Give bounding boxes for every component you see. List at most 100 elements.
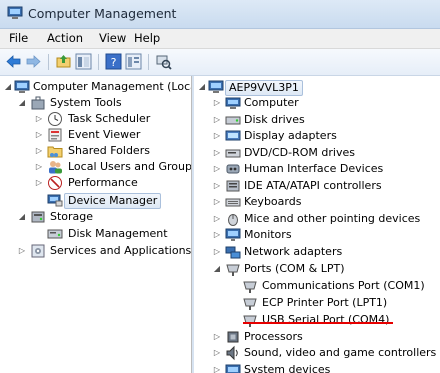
mouse-icon <box>228 214 238 226</box>
expand-arrow-icon[interactable]: ▷ <box>212 129 222 143</box>
tree-item-performance[interactable]: ▷ Performance <box>0 175 191 191</box>
tree-item-disk-management[interactable]: Disk Management <box>0 226 191 242</box>
menu-file[interactable]: File <box>6 31 31 45</box>
expand-arrow-icon[interactable]: ▷ <box>212 330 222 344</box>
keyboard-icon <box>225 198 241 207</box>
port-icon <box>226 264 240 276</box>
device-category-label: Human Interface Devices <box>244 162 384 175</box>
expand-arrow-icon[interactable]: ▷ <box>34 128 44 142</box>
device-tree-root-label: AEP9VVL3P1 <box>225 80 303 96</box>
device-category-label: Disk drives <box>244 113 305 126</box>
expand-arrow-icon[interactable]: ▷ <box>212 179 222 193</box>
tree-item-label: Services and Applications <box>50 244 192 257</box>
device-category-processors[interactable]: ▷ Processors <box>194 329 440 345</box>
device-category-sound-video-game[interactable]: ▷ Sound, video and game controllers <box>194 345 440 361</box>
tree-item-label: Event Viewer <box>68 128 141 141</box>
device-category-disk-drives[interactable]: ▷ Disk drives <box>194 112 440 128</box>
up-folder-icon[interactable] <box>55 53 72 70</box>
toolbar-separator <box>98 54 99 70</box>
properties-icon[interactable] <box>125 53 142 70</box>
highlight-underline <box>243 322 393 324</box>
tree-item-device-manager[interactable]: Device Manager <box>0 192 191 209</box>
expand-arrow-icon[interactable]: ▷ <box>34 144 44 158</box>
forward-arrow-icon[interactable] <box>25 53 42 70</box>
sound-icon <box>226 345 238 361</box>
device-category-dvd-cd-rom-drives[interactable]: ▷ DVD/CD-ROM drives <box>194 145 440 161</box>
scan-hardware-icon[interactable] <box>155 53 172 70</box>
expand-arrow-icon[interactable]: ◢ <box>212 262 222 276</box>
tree-item-shared-folders[interactable]: ▷ Shared Folders <box>0 143 191 159</box>
tree-item-computer-management[interactable]: ◢ Computer Management (Local <box>0 79 191 95</box>
expand-arrow-icon[interactable]: ▷ <box>212 228 222 242</box>
tree-item-local-users-and-groups[interactable]: ▷ Local Users and Groups <box>0 159 191 175</box>
tree-item-task-scheduler[interactable]: ▷ Task Scheduler <box>0 111 191 127</box>
clock-icon <box>48 112 62 126</box>
device-category-label: Ports (COM & LPT) <box>244 262 345 275</box>
expand-arrow-icon[interactable]: ▷ <box>212 146 222 160</box>
device-category-computer[interactable]: ▷ Computer <box>194 95 440 111</box>
expand-arrow-icon[interactable]: ◢ <box>17 210 27 224</box>
device-category-display-adapters[interactable]: ▷ Display adapters <box>194 128 440 144</box>
expand-arrow-icon[interactable]: ▷ <box>212 212 222 226</box>
device-label: Communications Port (COM1) <box>262 279 425 292</box>
expand-arrow-icon[interactable]: ▷ <box>34 160 44 174</box>
port-icon <box>243 281 257 293</box>
device-tree-root[interactable]: ◢ AEP9VVL3P1 <box>194 79 440 96</box>
expand-arrow-icon[interactable]: ▷ <box>212 113 222 127</box>
expand-arrow-icon[interactable]: ◢ <box>17 96 27 110</box>
tree-item-system-tools[interactable]: ◢ System Tools <box>0 95 191 111</box>
display-adapter-icon <box>225 130 241 141</box>
expand-arrow-icon[interactable]: ▷ <box>212 162 222 176</box>
device-category-label: Network adapters <box>244 245 343 258</box>
tree-item-storage[interactable]: ◢ Storage <box>0 209 191 225</box>
device-category-label: DVD/CD-ROM drives <box>244 146 355 159</box>
help-icon[interactable]: ? <box>105 53 122 70</box>
expand-arrow-icon[interactable]: ▷ <box>34 176 44 190</box>
device-communications-port[interactable]: Communications Port (COM1) <box>194 278 440 294</box>
toolbox-icon <box>31 96 45 110</box>
storage-icon <box>31 211 45 223</box>
device-ecp-printer-port[interactable]: ECP Printer Port (LPT1) <box>194 295 440 311</box>
performance-icon <box>48 176 62 190</box>
device-category-ide-ata-atapi-controllers[interactable]: ▷ IDE ATA/ATAPI controllers <box>194 178 440 194</box>
tree-item-services-and-applications[interactable]: ▷ Services and Applications <box>0 243 191 259</box>
device-category-network-adapters[interactable]: ▷ Network adapters <box>194 244 440 260</box>
device-category-label: Computer <box>244 96 299 109</box>
device-usb-serial-port[interactable]: USB Serial Port (COM4) <box>194 312 440 328</box>
computer-management-icon <box>7 6 23 19</box>
tree-item-label: Performance <box>68 176 138 189</box>
expand-arrow-icon[interactable]: ▷ <box>17 244 27 258</box>
device-category-system-devices[interactable]: ▷ System devices <box>194 362 440 373</box>
menu-view[interactable]: View <box>96 31 129 45</box>
tree-item-label: Disk Management <box>68 227 168 240</box>
expand-arrow-icon[interactable]: ◢ <box>3 80 13 94</box>
disk-drive-icon <box>225 116 241 125</box>
expand-arrow-icon[interactable]: ▷ <box>212 363 222 373</box>
menu-help[interactable]: Help <box>131 31 163 45</box>
back-arrow-icon[interactable] <box>5 53 22 70</box>
expand-arrow-icon[interactable]: ▷ <box>212 96 222 110</box>
device-category-label: Keyboards <box>244 195 302 208</box>
tree-item-label: Storage <box>50 210 94 223</box>
tree-item-label: System Tools <box>50 96 122 109</box>
device-category-mice[interactable]: ▷ Mice and other pointing devices <box>194 211 440 227</box>
toolbar: ? <box>0 49 440 76</box>
expand-arrow-icon[interactable]: ▷ <box>212 346 222 360</box>
device-category-human-interface-devices[interactable]: ▷ Human Interface Devices <box>194 161 440 177</box>
device-category-monitors[interactable]: ▷ Monitors <box>194 227 440 243</box>
device-category-keyboards[interactable]: ▷ Keyboards <box>194 194 440 210</box>
show-hide-tree-icon[interactable] <box>75 53 92 70</box>
port-icon <box>243 298 257 310</box>
tree-item-event-viewer[interactable]: ▷ Event Viewer <box>0 127 191 143</box>
expand-arrow-icon[interactable]: ▷ <box>212 245 222 259</box>
menu-action[interactable]: Action <box>44 31 86 45</box>
expand-arrow-icon[interactable]: ◢ <box>197 80 207 94</box>
expand-arrow-icon[interactable]: ▷ <box>212 195 222 209</box>
device-category-label: Monitors <box>244 228 292 241</box>
ide-controller-icon <box>226 180 240 192</box>
expand-arrow-icon[interactable]: ▷ <box>34 112 44 126</box>
window-title: Computer Management <box>28 6 177 21</box>
device-category-ports[interactable]: ◢ Ports (COM & LPT) <box>194 261 440 277</box>
svg-text:?: ? <box>111 56 117 69</box>
tree-item-label: Local Users and Groups <box>68 160 192 173</box>
